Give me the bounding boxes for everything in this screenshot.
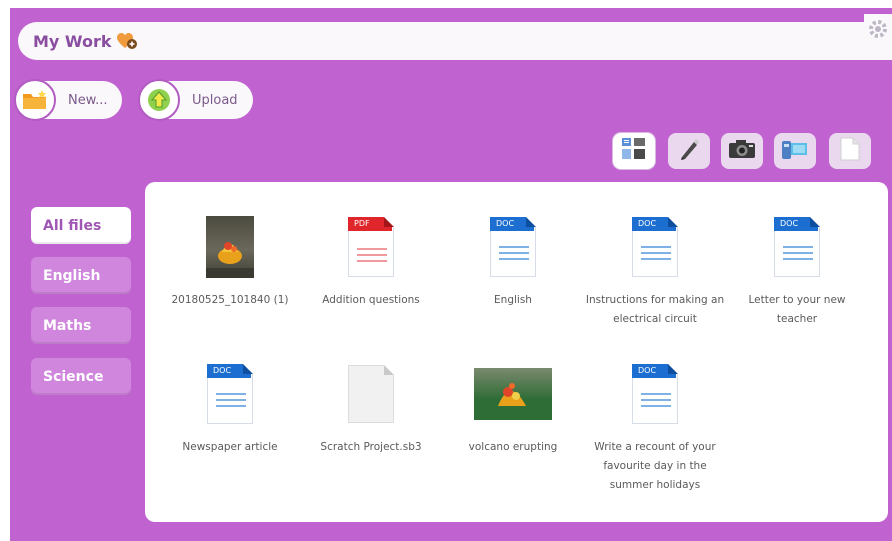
sidebar-item-all-files[interactable]: All files [31,207,131,244]
file-thumbnail [160,215,300,279]
app-window: My Work New... Upload All files English … [10,8,892,541]
file-item[interactable]: DOC Letter to your new teacher [727,215,867,329]
video-tool-button[interactable] [774,133,816,169]
sidebar-item-maths[interactable]: Maths [31,307,131,344]
sidebar-item-science[interactable]: Science [31,358,131,395]
file-item[interactable]: volcano erupting [443,362,583,457]
file-thumbnail: DOC [160,362,300,426]
blank-file-icon [348,365,394,423]
file-name: Addition questions [322,294,420,306]
file-name: Newspaper article [182,441,278,453]
file-item[interactable]: 20180525_101840 (1) [160,215,300,310]
pdf-file-icon: PDF [348,217,394,277]
file-item[interactable]: DOC Write a recount of your favourite da… [585,362,725,495]
file-thumbnail: DOC [443,215,583,279]
mixed-media-icon [621,137,647,165]
file-item[interactable]: DOC English [443,215,583,310]
file-name: Scratch Project.sb3 [320,441,422,453]
heart-add-icon[interactable] [116,32,138,50]
doc-file-icon: DOC [490,217,536,277]
photo-thumbnail [474,368,552,420]
doc-file-icon: DOC [774,217,820,277]
upload-arrow-icon [138,79,180,121]
page-title: My Work [33,31,112,51]
pen-icon [677,137,701,165]
video-camera-icon [781,137,809,165]
camera-icon [728,138,756,164]
pen-tool-button[interactable] [668,133,710,169]
file-name: English [494,294,532,306]
photo-thumbnail [206,216,254,278]
settings-gear-icon[interactable] [864,14,892,60]
file-name: Letter to your new teacher [748,294,846,325]
sidebar-item-english[interactable]: English [31,257,131,294]
file-item[interactable]: PDF Addition questions [301,215,441,310]
file-item[interactable]: Scratch Project.sb3 [301,362,441,457]
sidebar-item-label: All files [43,217,102,234]
sidebar-item-label: English [43,267,101,284]
file-thumbnail [301,362,441,426]
file-name: Instructions for making an electrical ci… [585,294,725,325]
file-name: Write a recount of your favourite day in… [594,441,716,491]
file-thumbnail: PDF [301,215,441,279]
file-thumbnail: DOC [727,215,867,279]
blank-document-icon [840,137,860,165]
new-folder-icon [14,79,56,121]
file-item[interactable]: DOC Newspaper article [160,362,300,457]
mixed-media-tool-button[interactable] [613,133,655,169]
file-name: 20180525_101840 (1) [171,294,289,306]
new-button[interactable]: New... [14,79,122,121]
new-button-label: New... [68,92,108,108]
camera-tool-button[interactable] [721,133,763,169]
file-item[interactable]: DOC Instructions for making an electrica… [585,215,725,329]
doc-file-icon: DOC [207,364,253,424]
upload-button-label: Upload [192,92,238,108]
new-document-tool-button[interactable] [829,133,871,169]
title-bar: My Work [18,14,892,60]
doc-file-icon: DOC [632,364,678,424]
files-panel: 20180525_101840 (1) PDF Addition questio… [145,182,888,522]
file-thumbnail: DOC [585,215,725,279]
upload-button[interactable]: Upload [138,79,253,121]
sidebar-item-label: Maths [43,317,92,334]
file-thumbnail [443,362,583,426]
file-name: volcano erupting [468,441,558,453]
file-thumbnail: DOC [585,362,725,426]
sidebar-item-label: Science [43,368,104,385]
doc-file-icon: DOC [632,217,678,277]
